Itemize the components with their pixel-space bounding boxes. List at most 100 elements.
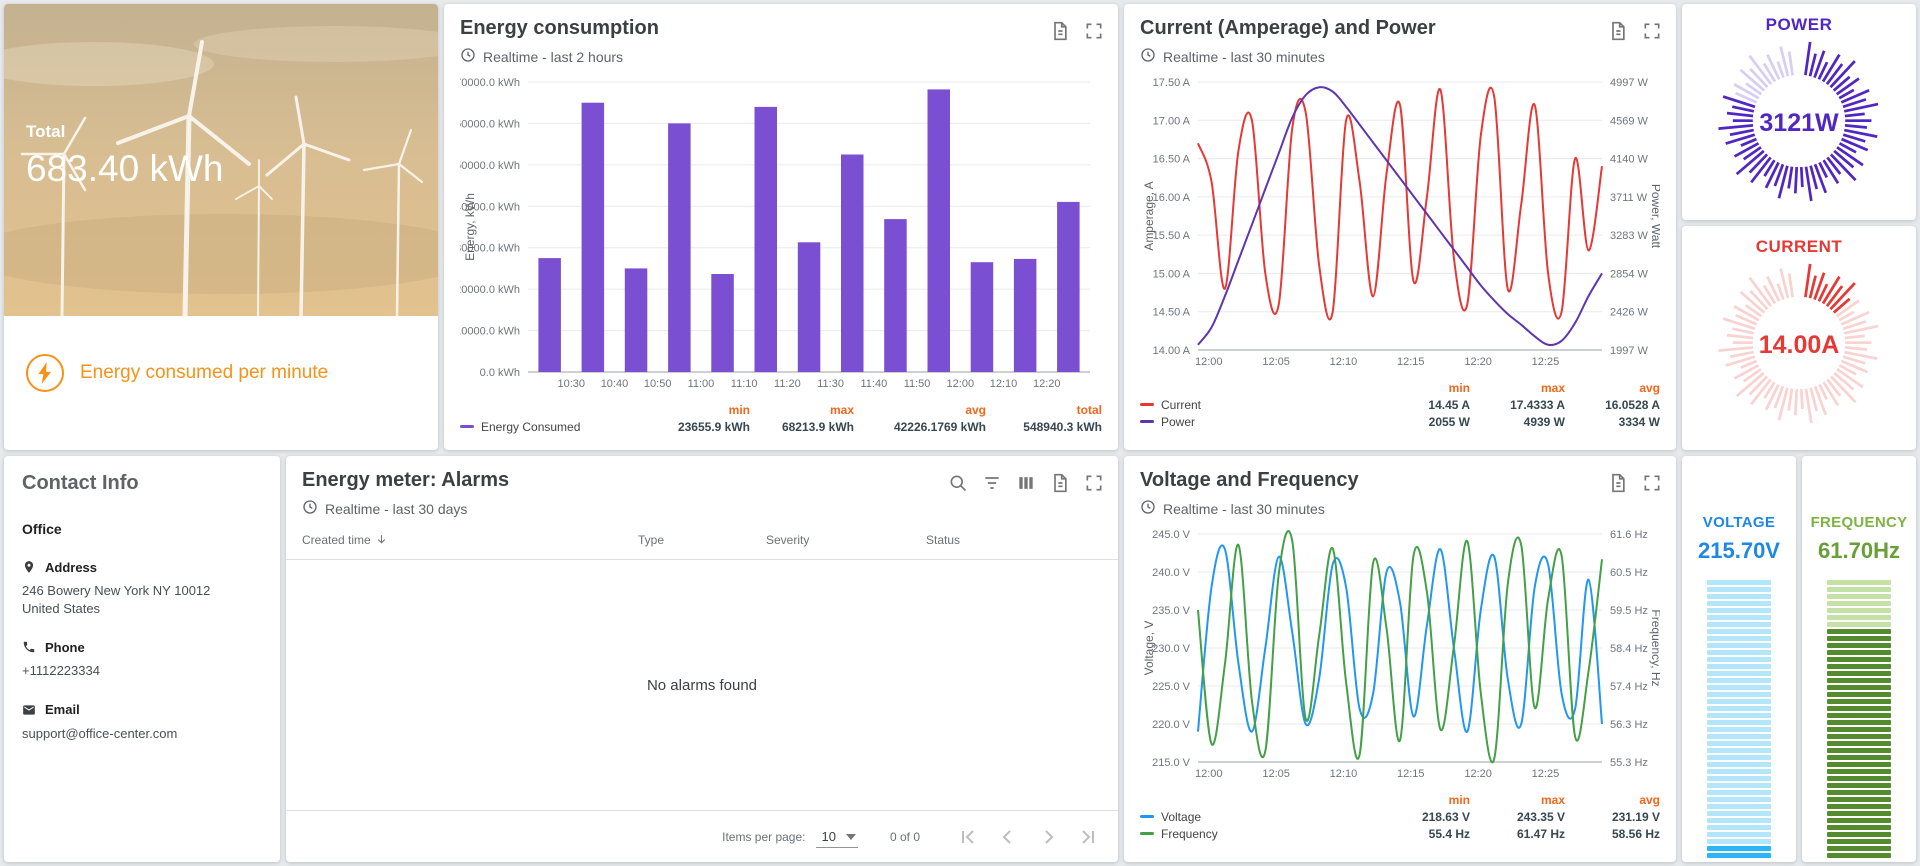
total-value: 683.40 kWh [26,148,223,190]
energy-bar-chart[interactable]: 0.0 kWh10000.0 kWh20000.0 kWh30000.0 kWh… [444,68,1118,397]
svg-text:16.00 A: 16.00 A [1153,192,1191,204]
svg-text:11:40: 11:40 [860,378,887,390]
svg-text:12:10: 12:10 [1330,768,1358,780]
legend-row-energy-consumed: Energy Consumed 23655.9 kWh 68213.9 kWh … [460,418,1102,435]
voltage-gauge-value: 215.70V [1698,538,1780,564]
svg-text:57.4 Hz: 57.4 Hz [1610,681,1648,693]
export-widget-icon[interactable] [1050,473,1070,493]
address-item: Address 246 Bowery New York NY 10012 Uni… [22,559,262,617]
svg-text:59.5 Hz: 59.5 Hz [1610,605,1648,617]
svg-text:61.6 Hz: 61.6 Hz [1610,529,1648,541]
svg-text:12:25: 12:25 [1532,768,1560,780]
svg-text:12:10: 12:10 [990,378,1018,390]
svg-text:60000.0 kWh: 60000.0 kWh [460,118,520,130]
clock-icon [1140,47,1156,66]
contact-title: Contact Info [22,472,262,495]
empty-state-text: No alarms found [647,677,757,694]
legend-stats-header: min max avg [1140,379,1660,396]
current-gauge: 14.00A [1715,259,1883,432]
svg-text:2854 W: 2854 W [1610,268,1649,280]
current-power-line-chart[interactable]: 14.00 A1997 W14.50 A2426 W15.00 A2854 W1… [1124,68,1676,375]
filter-icon[interactable] [982,473,1002,493]
svg-text:4569 W: 4569 W [1610,115,1649,127]
fullscreen-icon[interactable] [1084,473,1104,493]
fullscreen-icon[interactable] [1642,473,1662,493]
stat-avg: 58.56 Hz [1565,827,1660,841]
fullscreen-icon[interactable] [1084,21,1104,41]
min-header: min [1375,381,1470,395]
stat-total: 548940.3 kWh [986,420,1102,434]
column-severity[interactable]: Severity [766,533,926,547]
svg-text:10:30: 10:30 [557,378,585,390]
column-type[interactable]: Type [638,533,766,547]
svg-text:0.0 kWh: 0.0 kWh [480,367,520,379]
svg-text:10:40: 10:40 [601,378,629,390]
series-name: Power [1161,415,1195,429]
series-name: Current [1161,398,1201,412]
column-status[interactable]: Status [926,533,1102,547]
series-swatch [1140,832,1154,835]
export-widget-icon[interactable] [1608,21,1628,41]
series-name: Frequency [1161,827,1218,841]
location-pin-icon [22,559,36,575]
email-label: Email [45,702,80,717]
stat-max: 4939 W [1470,415,1565,429]
svg-text:17.00 A: 17.00 A [1153,115,1191,127]
card-title: Current (Amperage) and Power [1140,17,1436,40]
legend-series-toggle[interactable]: Voltage [1140,810,1375,824]
fullscreen-icon[interactable] [1642,21,1662,41]
svg-text:3711 W: 3711 W [1610,192,1648,204]
svg-text:70000.0 kWh: 70000.0 kWh [460,77,520,89]
timewindow-label[interactable]: Realtime - last 30 minutes [1163,49,1325,65]
column-created-time[interactable]: Created time [302,533,638,547]
card-title: Voltage and Frequency [1140,469,1359,492]
svg-text:240.0 V: 240.0 V [1152,567,1191,579]
series-swatch [1140,403,1154,406]
stat-max: 243.35 V [1470,810,1565,824]
alarms-table-footer: Items per page: 10 0 of 0 [286,810,1118,862]
first-page-button[interactable] [948,817,988,857]
voltage-frequency-line-chart[interactable]: 215.0 V55.3 Hz220.0 V56.3 Hz225.0 V57.4 … [1124,520,1676,787]
last-page-button[interactable] [1068,817,1108,857]
items-per-page-select[interactable]: 10 [816,825,858,848]
current-power-card: Current (Amperage) and Power Realtime - … [1124,4,1676,450]
items-per-page-label: Items per page: [722,830,805,844]
svg-text:235.0 V: 235.0 V [1152,605,1191,617]
email-icon [22,702,36,718]
min-header: min [1375,793,1470,807]
legend-series-toggle[interactable]: Frequency [1140,827,1375,841]
search-icon[interactable] [948,473,968,493]
timewindow-label[interactable]: Realtime - last 2 hours [483,49,623,65]
svg-text:11:50: 11:50 [904,378,931,390]
svg-text:220.0 V: 220.0 V [1152,719,1191,731]
next-page-button[interactable] [1028,817,1068,857]
previous-page-button[interactable] [988,817,1028,857]
svg-text:20000.0 kWh: 20000.0 kWh [460,284,520,296]
voltage-gauge-card: VOLTAGE 215.70V [1682,456,1796,862]
alarms-table-header: Created time Type Severity Status [286,520,1118,560]
current-gauge-title: CURRENT [1756,237,1843,257]
legend-stats-header: min max avg [1140,791,1660,808]
phone-label: Phone [45,640,85,655]
series-name: Voltage [1161,810,1201,824]
legend-series-toggle[interactable]: Current [1140,398,1375,412]
export-widget-icon[interactable] [1050,21,1070,41]
export-widget-icon[interactable] [1608,473,1628,493]
svg-text:11:10: 11:10 [731,378,758,390]
power-gauge-card: POWER 3121W [1682,4,1916,220]
max-header: max [750,403,854,417]
columns-icon[interactable] [1016,473,1036,493]
legend-series-toggle[interactable]: Energy Consumed [460,420,664,434]
timewindow-label[interactable]: Realtime - last 30 days [325,501,467,517]
svg-text:15.00 A: 15.00 A [1153,268,1191,280]
svg-text:12:25: 12:25 [1532,356,1560,368]
legend-series-toggle[interactable]: Power [1140,415,1375,429]
email-value[interactable]: support@office-center.com [22,725,262,743]
legend-row-voltage: Voltage 218.63 V 243.35 V 231.19 V [1140,808,1660,825]
svg-text:12:20: 12:20 [1033,378,1061,390]
timewindow-label[interactable]: Realtime - last 30 minutes [1163,501,1325,517]
svg-text:245.0 V: 245.0 V [1152,529,1191,541]
clock-icon [302,499,318,518]
phone-value[interactable]: +1112223334 [22,662,262,680]
sort-desc-icon [375,533,388,546]
